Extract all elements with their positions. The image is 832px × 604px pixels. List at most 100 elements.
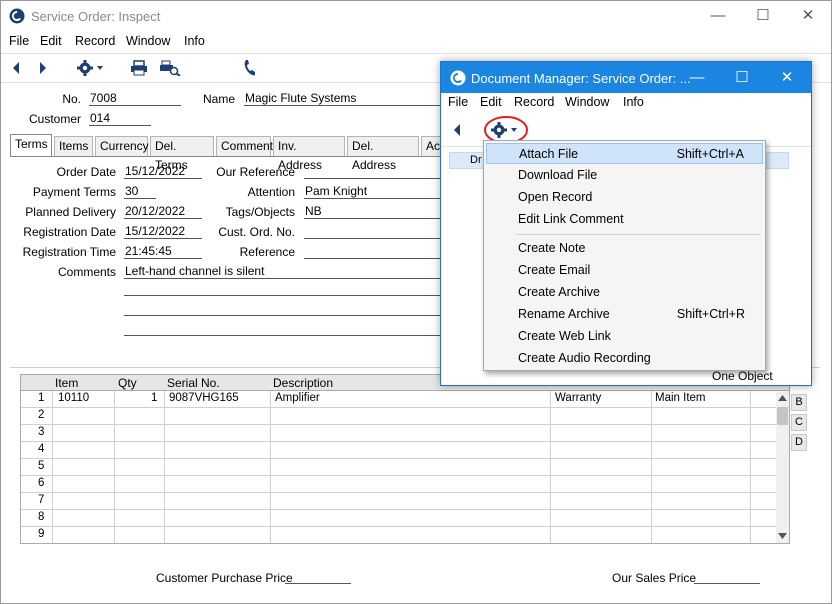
back-arrow-icon[interactable] bbox=[452, 123, 462, 137]
menu-item-create-archive[interactable]: Create Archive bbox=[486, 282, 763, 303]
col-header-description[interactable]: Description bbox=[273, 376, 333, 390]
table-row[interactable]: 5 bbox=[21, 459, 777, 476]
close-button[interactable]: ✕ bbox=[798, 6, 818, 26]
table-row[interactable]: 1 10110 1 9087VHG165 Amplifier Warranty … bbox=[21, 391, 777, 408]
our-sales-price-label: Our Sales Price bbox=[612, 571, 697, 585]
print-preview-icon[interactable] bbox=[159, 60, 181, 76]
tab-del-terms[interactable]: Del. Terms bbox=[150, 136, 214, 172]
table-row[interactable]: 7 bbox=[21, 493, 777, 510]
dm-menu-file[interactable]: File bbox=[448, 95, 468, 109]
side-tab-d[interactable]: D bbox=[791, 434, 807, 451]
tab-del-address[interactable]: Del. Address bbox=[347, 136, 419, 172]
menu-item-rename-archive[interactable]: Rename Archive Shift+Ctrl+R bbox=[486, 304, 763, 325]
tab-comment[interactable]: Comment bbox=[216, 136, 273, 156]
cell-qty[interactable]: 1 bbox=[151, 392, 157, 404]
menu-info[interactable]: Info bbox=[184, 34, 205, 48]
menu-item-create-email[interactable]: Create Email bbox=[486, 260, 763, 281]
menu-item-edit-link-comment[interactable]: Edit Link Comment bbox=[486, 209, 763, 230]
cell-warranty[interactable]: Warranty bbox=[555, 392, 601, 404]
attention-field[interactable]: Pam Knight bbox=[304, 184, 442, 199]
planned-delivery-field[interactable]: 20/12/2022 bbox=[124, 204, 202, 219]
payment-terms-field[interactable]: 30 bbox=[124, 184, 156, 199]
cell-main-item[interactable]: Main Item bbox=[655, 392, 706, 404]
side-tab-c[interactable]: C bbox=[791, 414, 807, 431]
dm-menu-edit[interactable]: Edit bbox=[480, 95, 502, 109]
row-number: 2 bbox=[38, 409, 45, 421]
row-number: 5 bbox=[38, 460, 45, 472]
tab-items[interactable]: Items bbox=[54, 136, 93, 156]
col-header-qty[interactable]: Qty bbox=[118, 376, 137, 390]
tab-terms[interactable]: Terms bbox=[10, 134, 52, 156]
menu-item-create-audio-recording[interactable]: Create Audio Recording bbox=[486, 348, 763, 369]
registration-time-label: Registration Time bbox=[22, 245, 116, 259]
menu-file[interactable]: File bbox=[9, 34, 29, 48]
dm-minimize-button[interactable]: — bbox=[687, 68, 707, 88]
menu-edit[interactable]: Edit bbox=[40, 34, 62, 48]
menu-item-create-web-link[interactable]: Create Web Link bbox=[486, 326, 763, 347]
cust-ord-no-field[interactable] bbox=[304, 224, 442, 239]
row-number: 7 bbox=[38, 494, 45, 506]
no-label: No. bbox=[62, 92, 81, 106]
reference-field[interactable] bbox=[304, 244, 442, 259]
menu-record[interactable]: Record bbox=[75, 34, 115, 48]
app-logo-icon bbox=[450, 70, 466, 86]
table-row[interactable]: 2 bbox=[21, 408, 777, 425]
dm-menu-info[interactable]: Info bbox=[623, 95, 644, 109]
gear-icon[interactable] bbox=[76, 59, 106, 77]
tab-currency[interactable]: Currency bbox=[95, 136, 149, 156]
cell-item[interactable]: 10110 bbox=[58, 392, 89, 404]
table-row[interactable]: 8 bbox=[21, 510, 777, 527]
col-header-item[interactable]: Item bbox=[55, 376, 78, 390]
menu-item-download-file[interactable]: Download File bbox=[486, 165, 763, 186]
row-number: 3 bbox=[38, 426, 45, 438]
table-row[interactable]: 9 bbox=[21, 527, 777, 544]
grid-scrollbar[interactable] bbox=[776, 392, 789, 543]
comments-line-2[interactable] bbox=[124, 295, 442, 296]
menu-item-shortcut: Shift+Ctrl+R bbox=[676, 307, 745, 321]
scrollbar-thumb[interactable] bbox=[777, 407, 788, 425]
name-field[interactable]: Magic Flute Systems bbox=[244, 91, 444, 106]
our-reference-field[interactable] bbox=[304, 164, 442, 179]
order-date-field[interactable]: 15/12/2022 bbox=[124, 164, 202, 179]
forward-arrow-icon[interactable] bbox=[38, 61, 48, 75]
window-title: Service Order: Inspect bbox=[31, 9, 161, 24]
minimize-button[interactable]: — bbox=[708, 6, 728, 26]
customer-field[interactable]: 014 bbox=[89, 111, 151, 126]
cell-serial[interactable]: 9087VHG165 bbox=[169, 392, 239, 404]
dm-menu-record[interactable]: Record bbox=[514, 95, 554, 109]
gear-icon[interactable] bbox=[490, 121, 520, 139]
comments-line-4[interactable] bbox=[124, 335, 442, 336]
maximize-button[interactable]: ☐ bbox=[753, 6, 773, 26]
items-grid[interactable]: Item Qty Serial No. Description 1 10110 … bbox=[20, 374, 790, 544]
tab-inv-address[interactable]: Inv. Address bbox=[273, 136, 345, 172]
print-icon[interactable] bbox=[130, 60, 148, 76]
dm-close-button[interactable]: ✕ bbox=[777, 68, 797, 88]
dm-maximize-button[interactable]: ☐ bbox=[732, 68, 752, 88]
menu-item-open-record[interactable]: Open Record bbox=[486, 187, 763, 208]
menu-item-create-note[interactable]: Create Note bbox=[486, 238, 763, 259]
table-row[interactable]: 3 bbox=[21, 425, 777, 442]
side-tab-b[interactable]: B bbox=[791, 394, 807, 411]
no-field[interactable]: 7008 bbox=[89, 91, 181, 106]
menu-item-label: Edit Link Comment bbox=[518, 212, 624, 226]
scroll-down-icon[interactable] bbox=[778, 533, 787, 539]
back-arrow-icon[interactable] bbox=[11, 61, 21, 75]
registration-date-field[interactable]: 15/12/2022 bbox=[124, 224, 202, 239]
menu-separator bbox=[516, 234, 761, 235]
menu-item-attach-file[interactable]: Attach File Shift+Ctrl+A bbox=[486, 143, 763, 164]
tags-objects-field[interactable]: NB bbox=[304, 204, 442, 219]
comments-line-3[interactable] bbox=[124, 315, 442, 316]
comments-field[interactable]: Left-hand channel is silent bbox=[124, 264, 442, 279]
dm-menu-window[interactable]: Window bbox=[565, 95, 609, 109]
table-row[interactable]: 4 bbox=[21, 442, 777, 459]
menu-window[interactable]: Window bbox=[126, 34, 170, 48]
cell-description[interactable]: Amplifier bbox=[275, 392, 320, 404]
menu-item-label: Download File bbox=[518, 168, 598, 182]
customer-purchase-price-field[interactable] bbox=[285, 583, 351, 584]
col-header-serial[interactable]: Serial No. bbox=[167, 376, 220, 390]
phone-icon[interactable] bbox=[243, 59, 257, 77]
table-row[interactable]: 6 bbox=[21, 476, 777, 493]
our-sales-price-field[interactable] bbox=[694, 583, 760, 584]
scroll-up-icon[interactable] bbox=[778, 395, 787, 401]
registration-time-field[interactable]: 21:45:45 bbox=[124, 244, 202, 259]
